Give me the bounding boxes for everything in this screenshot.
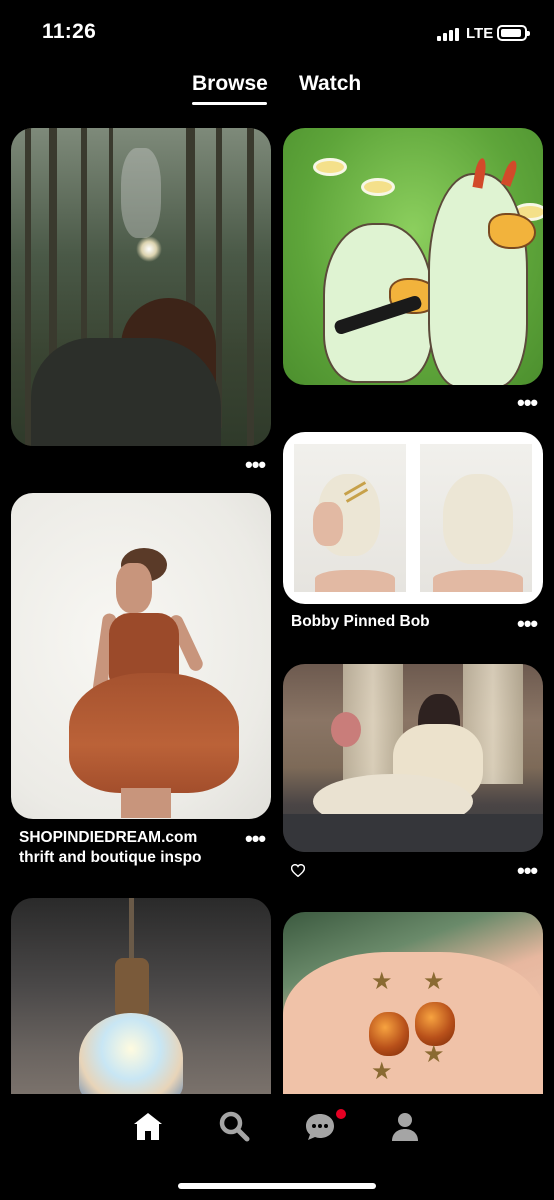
status-time: 11:26 <box>42 20 97 43</box>
pin-image-vintage-boudoir[interactable] <box>283 664 543 852</box>
pin-image-glass-lamp[interactable] <box>11 898 271 1118</box>
pin-menu-button[interactable]: ••• <box>517 613 538 635</box>
heart-icon[interactable] <box>291 864 305 877</box>
home-indicator <box>178 1183 376 1189</box>
search-icon[interactable] <box>218 1110 250 1142</box>
notification-badge <box>336 1109 346 1119</box>
pin-image-bobby-pinned-bob[interactable] <box>283 432 543 604</box>
pin-image-orange-dress[interactable] <box>11 493 271 819</box>
pin-menu-button[interactable]: ••• <box>517 392 538 414</box>
signal-icon <box>437 28 459 41</box>
pin-caption: Bobby Pinned Bob <box>291 613 430 630</box>
status-bar: 11:26 LTE <box>0 0 554 60</box>
pin-menu-button[interactable]: ••• <box>245 828 266 850</box>
messages-icon[interactable] <box>304 1110 336 1142</box>
pin-menu-button[interactable]: ••• <box>517 860 538 882</box>
home-icon[interactable] <box>132 1110 164 1142</box>
pin-image-forest-smoke[interactable] <box>11 128 271 446</box>
pin-image-amber-earrings[interactable]: ★ ★ ★ ★ <box>283 912 543 1122</box>
active-tab-indicator <box>192 102 267 105</box>
tab-browse[interactable]: Browse <box>192 72 268 96</box>
pin-image-ducks-painting[interactable] <box>283 128 543 385</box>
pin-caption-line-2: thrift and boutique inspo <box>19 849 202 866</box>
battery-icon <box>497 25 530 41</box>
tab-watch[interactable]: Watch <box>299 72 361 96</box>
profile-icon[interactable] <box>389 1110 421 1142</box>
pin-caption-line-1: SHOPINDIEDREAM.com <box>19 829 198 846</box>
network-type: LTE <box>466 25 494 42</box>
pin-menu-button[interactable]: ••• <box>245 454 266 476</box>
